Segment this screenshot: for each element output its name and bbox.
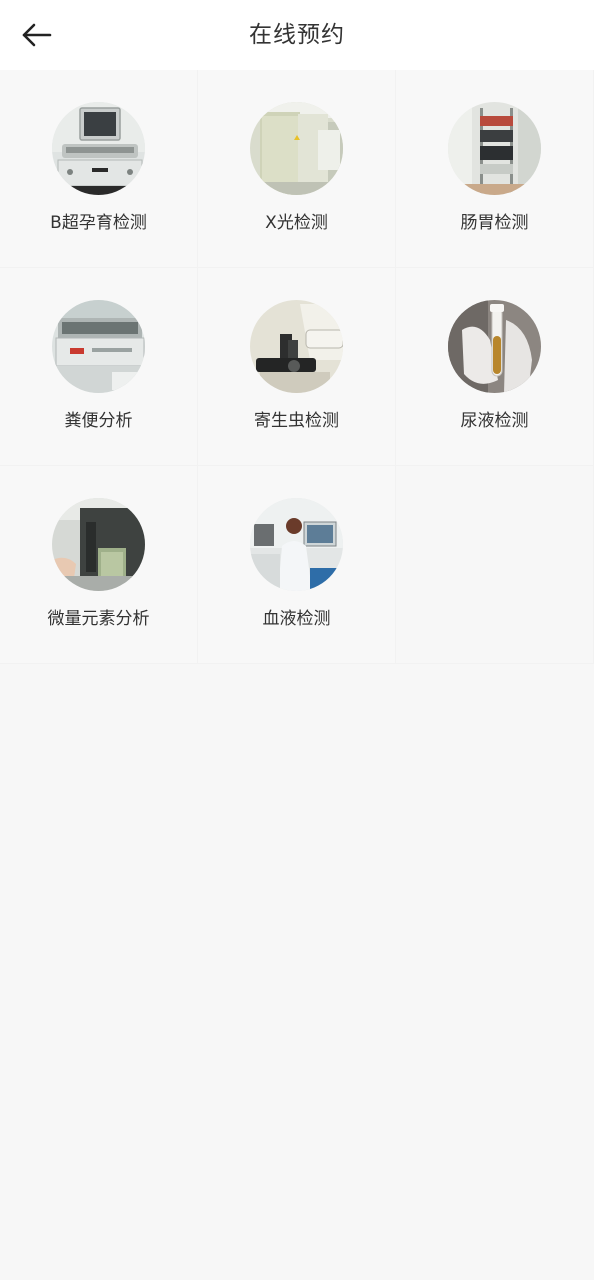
service-blood[interactable]: 血液检测	[198, 466, 396, 664]
trace-element-analyzer-image	[52, 498, 145, 591]
service-label: B超孕育检测	[50, 213, 147, 233]
lab-analyzer-image	[52, 300, 145, 393]
page-title: 在线预约	[249, 22, 345, 48]
service-label: 尿液检测	[460, 411, 529, 431]
service-gastro[interactable]: 肠胃检测	[396, 70, 594, 268]
service-urine[interactable]: 尿液检测	[396, 268, 594, 466]
service-label: 微量元素分析	[47, 609, 150, 629]
service-grid: B超孕育检测 X光检测 肠胃检测 粪便分析 寄生虫检测 尿液检测 微量元素分析 …	[0, 70, 594, 664]
blood-lab-image	[250, 498, 343, 591]
service-xray[interactable]: X光检测	[198, 70, 396, 268]
xray-room-image	[250, 102, 343, 195]
service-label: X光检测	[265, 213, 328, 233]
app-header: 在线预约	[0, 0, 594, 70]
urine-tube-image	[448, 300, 541, 393]
service-label: 肠胃检测	[460, 213, 529, 233]
service-trace-elements[interactable]: 微量元素分析	[0, 466, 198, 664]
endoscopy-cart-image	[448, 102, 541, 195]
service-ultrasound[interactable]: B超孕育检测	[0, 70, 198, 268]
ultrasound-machine-image	[52, 102, 145, 195]
empty-cell	[396, 466, 594, 664]
service-stool-analysis[interactable]: 粪便分析	[0, 268, 198, 466]
microscope-image	[250, 300, 343, 393]
service-label: 粪便分析	[64, 411, 133, 431]
service-label: 寄生虫检测	[254, 411, 339, 431]
service-parasite[interactable]: 寄生虫检测	[198, 268, 396, 466]
service-label: 血液检测	[262, 609, 331, 629]
